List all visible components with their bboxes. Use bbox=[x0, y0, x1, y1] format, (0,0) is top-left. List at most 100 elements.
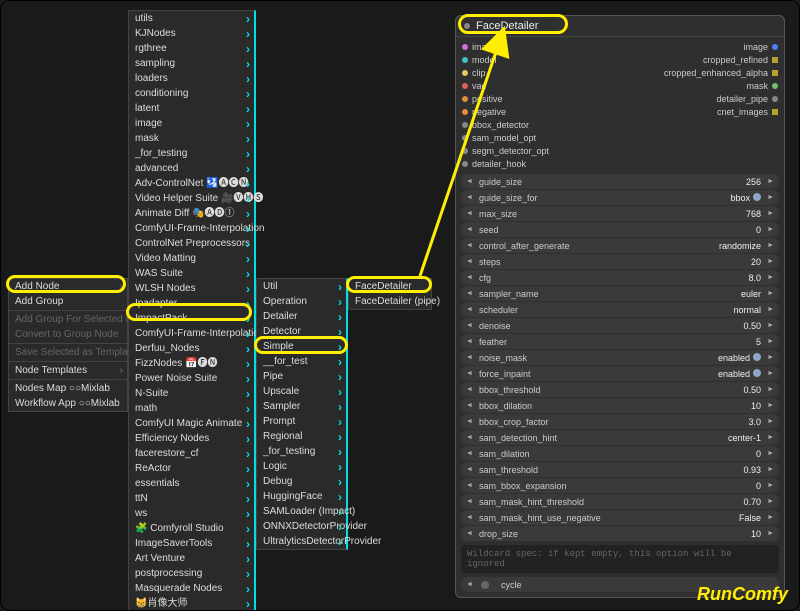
menu-item[interactable]: ws bbox=[129, 506, 254, 521]
param-row[interactable]: drop_size10 bbox=[461, 526, 779, 541]
menu-item[interactable]: postprocessing bbox=[129, 566, 254, 581]
param-row[interactable]: max_size768 bbox=[461, 206, 779, 221]
menu-item[interactable]: Power Noise Suite bbox=[129, 371, 254, 386]
collapse-dot-icon[interactable] bbox=[464, 23, 470, 29]
menu-item[interactable]: utils bbox=[129, 11, 254, 26]
menu-item[interactable]: Node Templates bbox=[9, 363, 127, 378]
input-port[interactable]: detailer_hook bbox=[462, 158, 549, 170]
menu-item[interactable]: _for_testing bbox=[129, 146, 254, 161]
menu-item[interactable]: Add Node bbox=[9, 279, 127, 294]
menu-item[interactable]: Operation bbox=[257, 294, 346, 309]
menu-item[interactable]: Ipadapter bbox=[129, 296, 254, 311]
menu-item[interactable]: Simple bbox=[257, 339, 346, 354]
menu-item[interactable]: ONNXDetectorProvider bbox=[257, 519, 346, 534]
menu-item[interactable]: HuggingFace bbox=[257, 489, 346, 504]
input-port[interactable]: model bbox=[462, 54, 549, 66]
menu-item[interactable]: sampling bbox=[129, 56, 254, 71]
menu-item[interactable]: SAMLoader (Impact) bbox=[257, 504, 346, 519]
menu-item[interactable]: Convert to Group Node bbox=[9, 327, 127, 342]
menu-item[interactable]: Add Group For Selected Nodes bbox=[9, 312, 127, 327]
input-port[interactable]: clip bbox=[462, 67, 549, 79]
menu-item[interactable]: essentials bbox=[129, 476, 254, 491]
menu-item[interactable]: Art Venture bbox=[129, 551, 254, 566]
input-port[interactable]: image bbox=[462, 41, 549, 53]
param-row[interactable]: sam_threshold0.93 bbox=[461, 462, 779, 477]
menu-item[interactable]: Save Selected as Template bbox=[9, 345, 127, 360]
param-row[interactable]: denoise0.50 bbox=[461, 318, 779, 333]
menu-item[interactable]: 🧩 Comfyroll Studio bbox=[129, 521, 254, 536]
menu-item[interactable]: ImpactPack bbox=[129, 311, 254, 326]
menu-item[interactable]: FaceDetailer (pipe) bbox=[349, 294, 431, 309]
param-row[interactable]: schedulernormal bbox=[461, 302, 779, 317]
param-row[interactable]: sampler_nameeuler bbox=[461, 286, 779, 301]
menu-item[interactable]: Regional bbox=[257, 429, 346, 444]
facedetailer-node[interactable]: FaceDetailer imagemodelclipvaepositivene… bbox=[455, 15, 785, 598]
menu-item[interactable]: Nodes Map ○○Mixlab bbox=[9, 381, 127, 396]
menu-item[interactable]: ttN bbox=[129, 491, 254, 506]
menu-item[interactable]: 😸肖像大师 bbox=[129, 596, 254, 611]
output-port[interactable]: cnet_images bbox=[664, 106, 778, 118]
param-row[interactable]: sam_mask_hint_use_negativeFalse bbox=[461, 510, 779, 525]
param-row[interactable]: bbox_threshold0.50 bbox=[461, 382, 779, 397]
input-port[interactable]: bbox_detector bbox=[462, 119, 549, 131]
menu-item[interactable]: Upscale bbox=[257, 384, 346, 399]
param-row[interactable]: sam_detection_hintcenter-1 bbox=[461, 430, 779, 445]
menu-item[interactable]: Animate Diff 🎭🅐🅓① bbox=[129, 206, 254, 221]
param-row[interactable]: sam_bbox_expansion0 bbox=[461, 478, 779, 493]
menu-item[interactable]: ComfyUI Magic Animate bbox=[129, 416, 254, 431]
param-row[interactable]: sam_mask_hint_threshold0.70 bbox=[461, 494, 779, 509]
param-row[interactable]: steps20 bbox=[461, 254, 779, 269]
menu-item[interactable]: Logic bbox=[257, 459, 346, 474]
input-port[interactable]: segm_detector_opt bbox=[462, 145, 549, 157]
menu-item[interactable]: Video Matting bbox=[129, 251, 254, 266]
menu-item[interactable]: WAS Suite bbox=[129, 266, 254, 281]
context-menu-root[interactable]: Add NodeAdd Group Add Group For Selected … bbox=[8, 278, 128, 412]
menu-item[interactable]: facerestore_cf bbox=[129, 446, 254, 461]
param-row[interactable]: feather5 bbox=[461, 334, 779, 349]
input-port[interactable]: sam_model_opt bbox=[462, 132, 549, 144]
input-port[interactable]: positive bbox=[462, 93, 549, 105]
menu-item[interactable]: mask bbox=[129, 131, 254, 146]
output-port[interactable]: image bbox=[664, 41, 778, 53]
menu-item[interactable]: Workflow App ○○Mixlab bbox=[9, 396, 127, 411]
context-submenu-simple[interactable]: FaceDetailerFaceDetailer (pipe) bbox=[348, 278, 432, 310]
menu-item[interactable]: latent bbox=[129, 101, 254, 116]
menu-item[interactable]: WLSH Nodes bbox=[129, 281, 254, 296]
wildcard-spec-field[interactable]: Wildcard spec: if kept empty, this optio… bbox=[461, 545, 779, 573]
param-row[interactable]: bbox_dilation10 bbox=[461, 398, 779, 413]
menu-item[interactable]: Debug bbox=[257, 474, 346, 489]
param-row[interactable]: control_after_generaterandomize bbox=[461, 238, 779, 253]
menu-item[interactable]: ImageSaverTools bbox=[129, 536, 254, 551]
menu-item[interactable]: Add Group bbox=[9, 294, 127, 309]
menu-item[interactable]: N-Suite bbox=[129, 386, 254, 401]
input-port[interactable]: negative bbox=[462, 106, 549, 118]
menu-item[interactable]: Detector bbox=[257, 324, 346, 339]
menu-item[interactable]: KJNodes bbox=[129, 26, 254, 41]
menu-item[interactable]: Detailer bbox=[257, 309, 346, 324]
menu-item[interactable]: __for_test bbox=[257, 354, 346, 369]
param-row[interactable]: seed0 bbox=[461, 222, 779, 237]
output-port[interactable]: detailer_pipe bbox=[664, 93, 778, 105]
menu-item[interactable]: advanced bbox=[129, 161, 254, 176]
menu-item[interactable]: loaders bbox=[129, 71, 254, 86]
menu-item[interactable]: Derfuu_Nodes bbox=[129, 341, 254, 356]
menu-item[interactable]: Util bbox=[257, 279, 346, 294]
menu-item[interactable]: FizzNodes 📅🅕🅝 bbox=[129, 356, 254, 371]
menu-item[interactable]: Efficiency Nodes bbox=[129, 431, 254, 446]
param-row[interactable]: guide_size_forbbox bbox=[461, 190, 779, 205]
output-port[interactable]: cropped_enhanced_alpha bbox=[664, 67, 778, 79]
param-row[interactable]: force_inpaintenabled bbox=[461, 366, 779, 381]
output-port[interactable]: mask bbox=[664, 80, 778, 92]
menu-item[interactable]: Adv-ControlNet 🛂🅐🅒🅝 bbox=[129, 176, 254, 191]
menu-item[interactable]: Pipe bbox=[257, 369, 346, 384]
menu-item[interactable]: _for_testing bbox=[257, 444, 346, 459]
output-port[interactable]: cropped_refined bbox=[664, 54, 778, 66]
menu-item[interactable]: ComfyUI-Frame-Interpolation bbox=[129, 326, 254, 341]
context-submenu-impactpack[interactable]: UtilOperationDetailerDetectorSimple__for… bbox=[256, 278, 348, 550]
menu-item[interactable]: math bbox=[129, 401, 254, 416]
node-header[interactable]: FaceDetailer bbox=[456, 16, 784, 37]
menu-item[interactable]: ControlNet Preprocessors bbox=[129, 236, 254, 251]
input-port[interactable]: vae bbox=[462, 80, 549, 92]
menu-item[interactable]: Sampler bbox=[257, 399, 346, 414]
menu-item[interactable]: UltralyticsDetectorProvider bbox=[257, 534, 346, 549]
